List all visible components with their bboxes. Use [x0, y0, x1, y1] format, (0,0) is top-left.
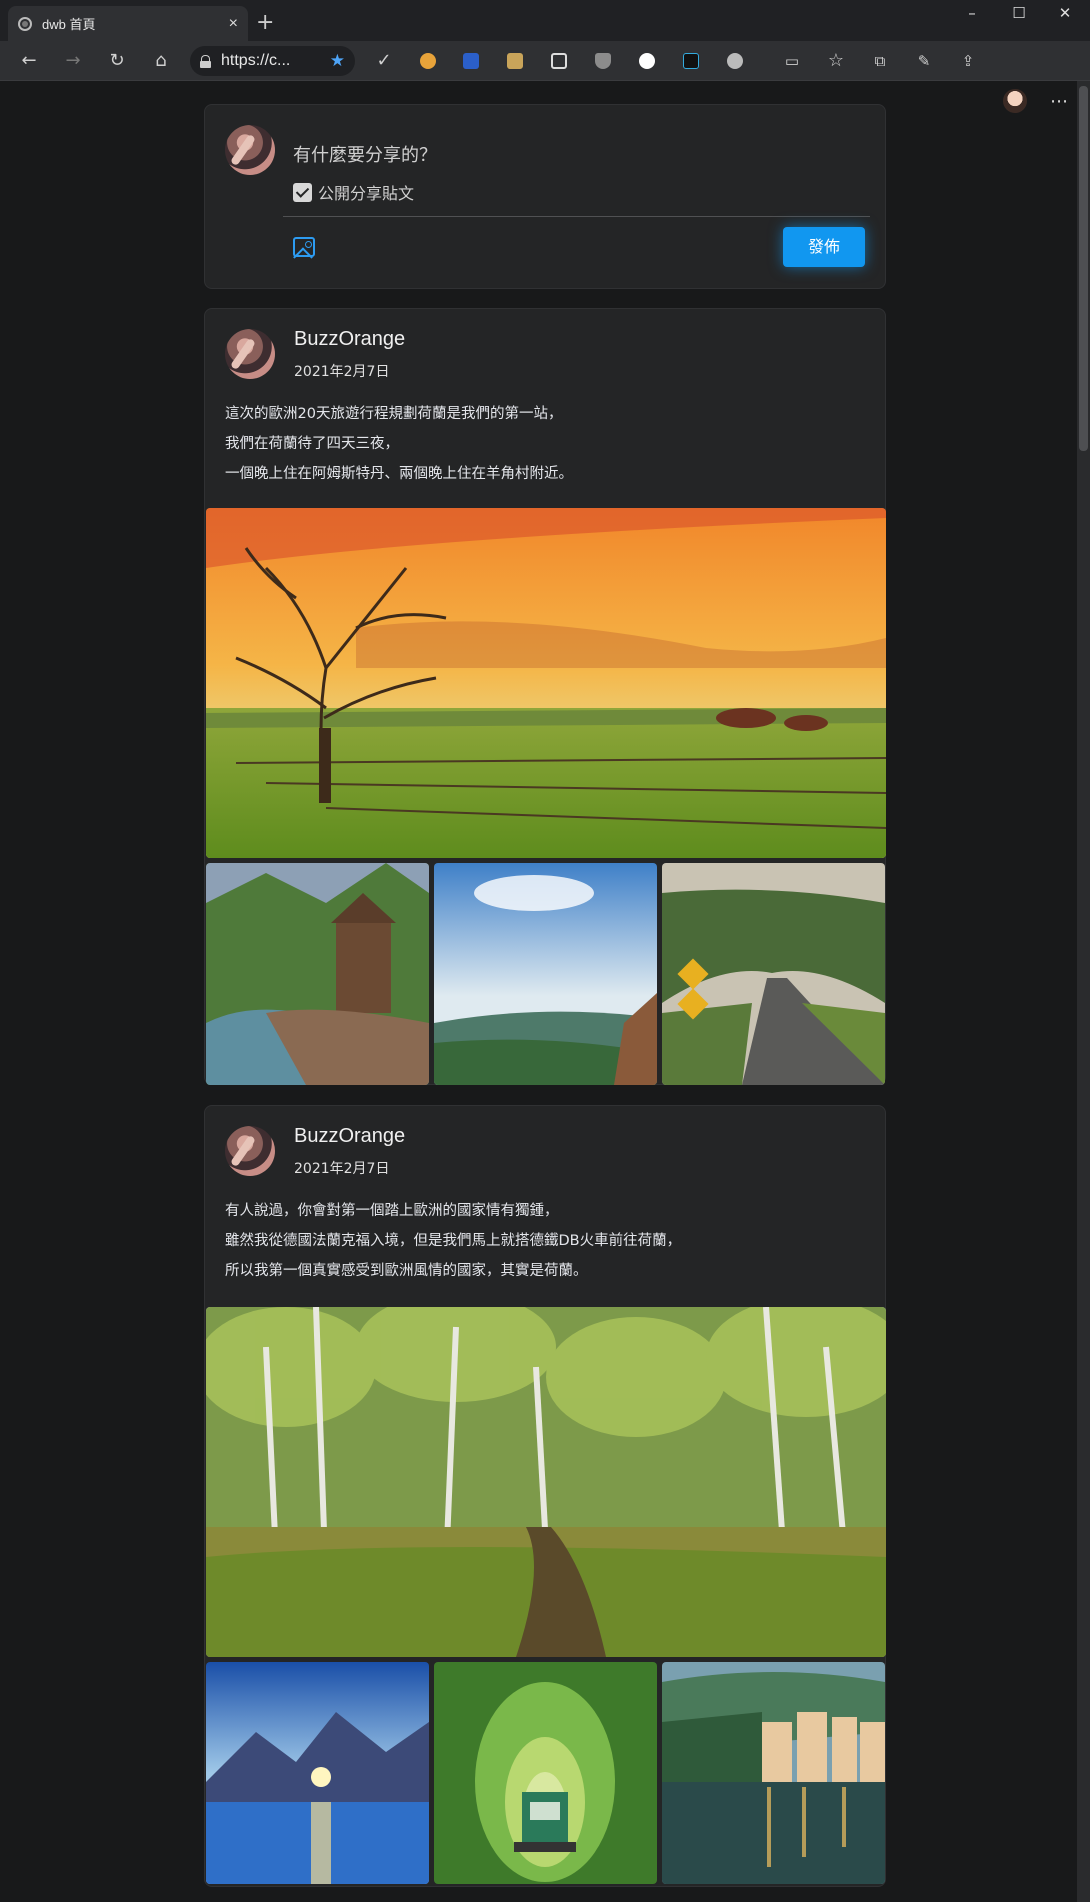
- browser-tab[interactable]: dwb 首頁 ×: [8, 6, 248, 41]
- browser-toolbar: ← → ↻ ⌂ https://c... ★ ✓ ▭ ☆ ⧉ ✎ ⇪ ⋯: [0, 41, 1090, 113]
- extension-icon[interactable]: [683, 53, 699, 69]
- back-icon[interactable]: ←: [17, 49, 41, 73]
- extension-icon[interactable]: [551, 53, 567, 69]
- profile-avatar[interactable]: [1003, 89, 1027, 113]
- post-card: BuzzOrange 2021年2月7日 有人說過，你會對第一個踏上歐洲的國家情…: [204, 1105, 886, 1887]
- post-image-main[interactable]: [206, 508, 886, 858]
- tab-title: dwb 首頁: [42, 17, 96, 32]
- post-image-main[interactable]: [206, 1307, 886, 1657]
- favorites-icon[interactable]: ☆: [824, 49, 848, 73]
- close-window-icon[interactable]: ✕: [1045, 4, 1085, 22]
- extension-icon[interactable]: [463, 53, 479, 69]
- cast-icon[interactable]: ▭: [780, 49, 804, 73]
- maximize-icon[interactable]: ☐: [999, 4, 1039, 22]
- post-image-thumb[interactable]: [434, 1662, 657, 1884]
- extension-icon[interactable]: [420, 53, 436, 69]
- extension-icon[interactable]: [507, 53, 523, 69]
- minimize-icon[interactable]: –: [952, 4, 992, 22]
- divider: [283, 216, 870, 217]
- public-share-checkbox[interactable]: 公開分享貼文: [293, 180, 414, 204]
- more-menu-icon[interactable]: ⋯: [1050, 91, 1069, 112]
- publish-button[interactable]: 發佈: [783, 227, 865, 267]
- site-favicon-icon: [18, 16, 32, 31]
- forward-icon[interactable]: →: [61, 49, 85, 73]
- favorite-star-icon[interactable]: ★: [330, 51, 345, 71]
- extension-icon[interactable]: [727, 53, 743, 69]
- refresh-icon[interactable]: ↻: [105, 49, 129, 73]
- browser-titlebar: dwb 首頁 × + – ☐ ✕: [0, 0, 1090, 41]
- shield-icon[interactable]: [595, 53, 611, 69]
- add-image-icon[interactable]: [293, 237, 315, 257]
- post-image-thumb[interactable]: [206, 1662, 429, 1884]
- post-image-thumb[interactable]: [662, 1662, 885, 1884]
- extension-icon[interactable]: [639, 53, 655, 69]
- tab-close-icon[interactable]: ×: [229, 15, 238, 33]
- post-text-line: 一個晚上住在阿姆斯特丹、兩個晚上住在羊角村附近。: [225, 466, 573, 482]
- post-text-line: 有人說過，你會對第一個踏上歐洲的國家情有獨鍾，: [225, 1203, 559, 1219]
- lock-icon: [200, 54, 211, 68]
- user-avatar: [225, 125, 275, 175]
- collections-icon[interactable]: ⧉: [868, 49, 892, 73]
- url-text: https://c...: [221, 52, 291, 69]
- post-author[interactable]: BuzzOrange: [294, 328, 405, 351]
- post-text-line: 雖然我從德國法蘭克福入境，但是我們馬上就搭德鐵DB火車前往荷蘭，: [225, 1233, 682, 1249]
- post-composer: 有什麼要分享的？ 公開分享貼文 發佈: [204, 104, 886, 289]
- author-avatar[interactable]: [225, 329, 275, 379]
- home-icon[interactable]: ⌂: [149, 49, 173, 73]
- scrollbar-thumb[interactable]: [1079, 86, 1088, 451]
- share-icon[interactable]: ⇪: [956, 49, 980, 73]
- post-text-line: 所以我第一個真實感受到歐洲風情的國家，其實是荷蘭。: [225, 1263, 588, 1279]
- new-tab-icon[interactable]: +: [256, 10, 274, 35]
- post-text: 有人說過，你會對第一個踏上歐洲的國家情有獨鍾， 雖然我從德國法蘭克福入境，但是我…: [225, 1196, 865, 1286]
- checkbox-checked-icon[interactable]: [293, 182, 312, 202]
- post-image-thumb[interactable]: [662, 863, 885, 1085]
- post-text-line: 我們在荷蘭待了四天三夜，: [225, 436, 399, 452]
- check-extension-icon[interactable]: ✓: [372, 49, 396, 73]
- author-avatar[interactable]: [225, 1126, 275, 1176]
- edit-icon[interactable]: ✎: [912, 49, 936, 73]
- public-share-label: 公開分享貼文: [318, 184, 415, 203]
- post-text: 這次的歐洲20天旅遊行程規劃荷蘭是我們的第一站， 我們在荷蘭待了四天三夜， 一個…: [225, 399, 865, 489]
- address-bar[interactable]: https://c... ★: [190, 46, 355, 76]
- post-image-thumb[interactable]: [434, 863, 657, 1085]
- post-image-thumb[interactable]: [206, 863, 429, 1085]
- post-text-line: 這次的歐洲20天旅遊行程規劃荷蘭是我們的第一站，: [225, 406, 563, 422]
- composer-input[interactable]: 有什麼要分享的？: [293, 141, 437, 167]
- post-date: 2021年2月7日: [294, 364, 390, 380]
- post-date: 2021年2月7日: [294, 1161, 390, 1177]
- post-author[interactable]: BuzzOrange: [294, 1125, 405, 1148]
- post-card: BuzzOrange 2021年2月7日 這次的歐洲20天旅遊行程規劃荷蘭是我們…: [204, 308, 886, 1085]
